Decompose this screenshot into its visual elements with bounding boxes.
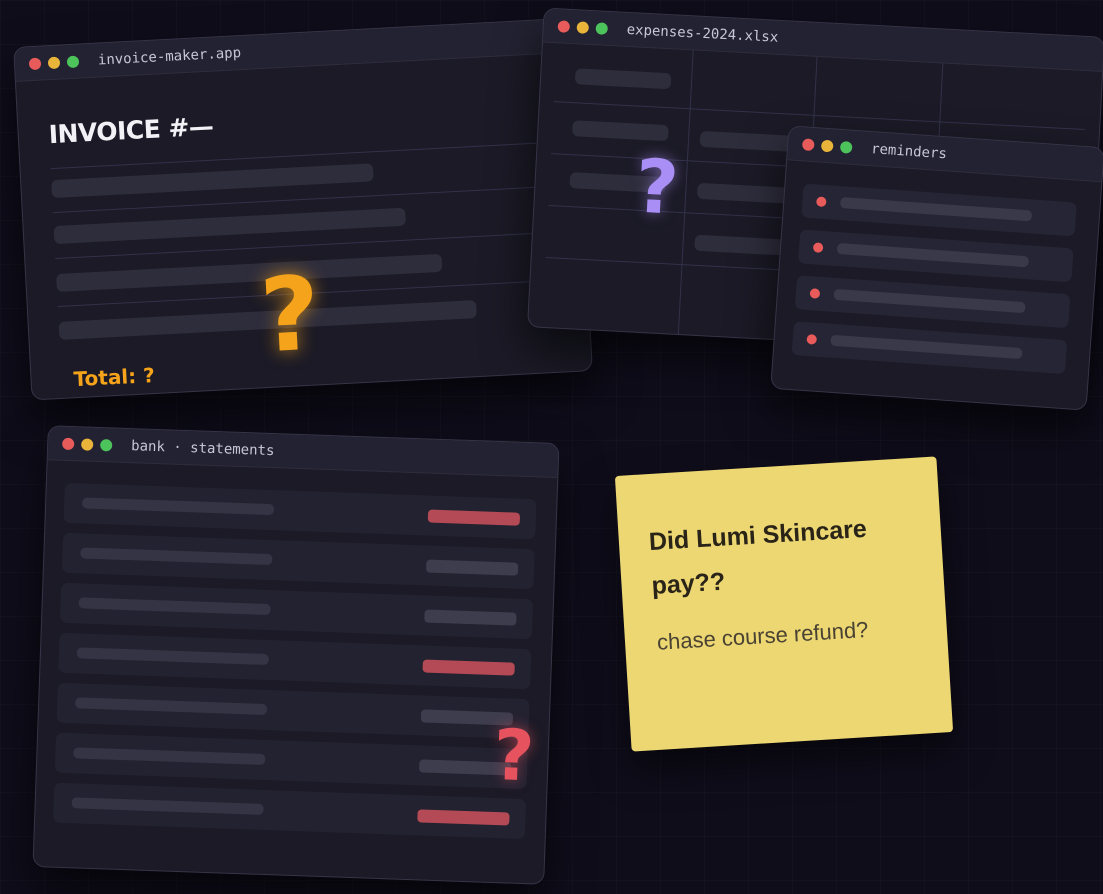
reminder-item[interactable] <box>801 183 1077 237</box>
bank-window-titlebar[interactable]: bank · statements <box>47 426 559 479</box>
transaction-label-placeholder <box>81 497 275 516</box>
transaction-amount-flagged <box>422 659 515 676</box>
expenses-window-title: expenses-2024.xlsx <box>626 21 779 46</box>
minimize-dot-icon[interactable] <box>47 56 61 69</box>
invoice-line-placeholder <box>51 163 374 199</box>
sticky-note[interactable]: Did Lumi Skincare pay?? chase course ref… <box>614 456 954 752</box>
question-mark-icon: ? <box>257 254 323 377</box>
invoice-line-placeholder <box>53 207 407 245</box>
bullet-dot-icon <box>816 196 827 208</box>
transaction-label-placeholder <box>73 747 266 765</box>
transaction-label-placeholder <box>71 797 264 815</box>
invoice-line-placeholder <box>56 253 443 292</box>
cell-placeholder <box>572 120 669 142</box>
bullet-dot-icon <box>809 288 821 299</box>
reminders-window-title: reminders <box>870 140 948 162</box>
grid-column-line <box>677 50 694 335</box>
transaction-row[interactable] <box>53 782 527 840</box>
maximize-dot-icon[interactable] <box>100 438 113 451</box>
transaction-label-placeholder <box>80 547 273 566</box>
transaction-row[interactable] <box>63 482 537 540</box>
cell-placeholder <box>574 68 672 90</box>
question-mark-icon: ? <box>633 143 681 232</box>
expenses-window-titlebar[interactable]: expenses-2024.xlsx <box>542 8 1103 72</box>
cell-placeholder <box>699 130 797 152</box>
invoice-heading: INVOICE #— <box>48 111 215 150</box>
transaction-amount-flagged <box>417 809 510 826</box>
transaction-row[interactable] <box>59 582 534 640</box>
transaction-amount-flagged <box>427 509 521 526</box>
transaction-label-placeholder <box>75 697 268 716</box>
transaction-row[interactable] <box>56 682 530 740</box>
reminder-item[interactable] <box>797 229 1074 283</box>
reminder-item[interactable] <box>791 321 1068 375</box>
invoice-divider <box>50 142 536 170</box>
transaction-row[interactable] <box>58 632 532 690</box>
reminder-text-placeholder <box>830 334 1023 360</box>
maximize-dot-icon[interactable] <box>66 55 80 68</box>
sticky-note-title: Did Lumi Skincare pay?? <box>648 514 868 601</box>
bank-window-title: bank · statements <box>130 437 275 459</box>
invoice-window-titlebar[interactable]: invoice-maker.app <box>14 18 576 82</box>
minimize-dot-icon[interactable] <box>820 139 834 152</box>
close-dot-icon[interactable] <box>801 137 815 151</box>
invoice-total: Total: ? <box>72 363 156 392</box>
invoice-window-title: invoice-maker.app <box>97 44 242 69</box>
cell-placeholder <box>696 182 794 204</box>
cell-placeholder <box>694 234 791 256</box>
maximize-dot-icon[interactable] <box>595 21 609 35</box>
invoice-maker-window[interactable]: invoice-maker.app INVOICE #— Total: ? ? <box>13 17 593 401</box>
question-mark-icon: ? <box>492 713 536 798</box>
transaction-label-placeholder <box>78 597 271 616</box>
close-dot-icon[interactable] <box>557 19 571 33</box>
transaction-row[interactable] <box>61 532 535 590</box>
transaction-label-placeholder <box>76 647 270 666</box>
reminder-text-placeholder <box>833 288 1026 314</box>
minimize-dot-icon[interactable] <box>81 437 94 451</box>
reminders-window[interactable]: reminders <box>770 125 1103 411</box>
minimize-dot-icon[interactable] <box>576 20 590 34</box>
reminder-text-placeholder <box>839 197 1033 222</box>
close-dot-icon[interactable] <box>28 57 42 70</box>
bullet-dot-icon <box>812 242 824 253</box>
reminder-text-placeholder <box>836 242 1030 268</box>
reminder-item[interactable] <box>794 275 1071 329</box>
transaction-amount <box>425 559 519 576</box>
maximize-dot-icon[interactable] <box>839 140 853 154</box>
bullet-dot-icon <box>806 334 818 345</box>
transaction-row[interactable] <box>54 732 528 790</box>
close-dot-icon[interactable] <box>62 437 75 450</box>
transaction-amount <box>424 609 517 626</box>
sticky-note-text: chase course refund? <box>656 616 870 655</box>
bank-statements-window[interactable]: bank · statements ? <box>32 425 560 885</box>
